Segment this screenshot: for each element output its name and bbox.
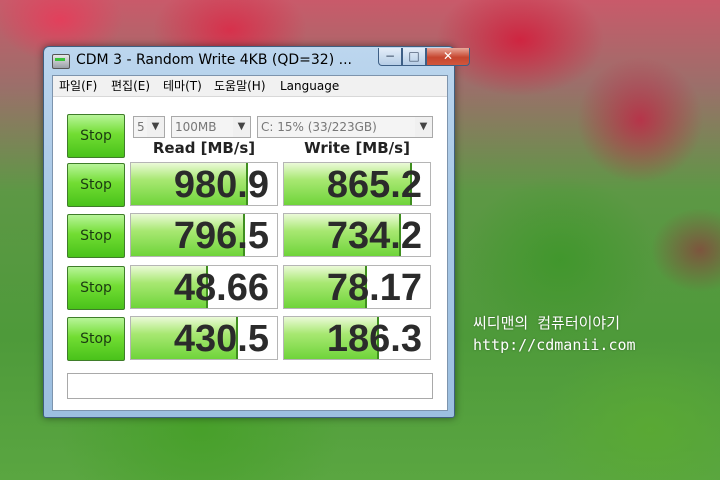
stop-button-row-3[interactable]: Stop — [67, 266, 125, 310]
cdm-window: CDM 3 - Random Write 4KB (QD=32) ... − □… — [43, 46, 470, 418]
menu-bar: 파일(F) 편집(E) 테마(T) 도움말(H) Language — [53, 76, 447, 97]
stop-button-row-1[interactable]: Stop — [67, 163, 125, 207]
menu-theme[interactable]: 테마(T) — [163, 76, 202, 96]
read-speed-value: 48.66 — [173, 267, 269, 309]
test-count-select[interactable]: 5 ▼ — [133, 116, 165, 138]
title-bar[interactable]: CDM 3 - Random Write 4KB (QD=32) ... − □… — [44, 47, 470, 75]
status-bar — [67, 373, 433, 399]
test-size-value: 100MB — [175, 120, 217, 134]
menu-file[interactable]: 파일(F) — [59, 76, 97, 96]
write-result-cell-row-2: 734.2 — [283, 213, 431, 257]
read-result-cell-row-2: 796.5 — [130, 213, 278, 257]
stop-button-row-4[interactable]: Stop — [67, 317, 125, 361]
drive-value: C: 15% (33/223GB) — [261, 120, 377, 134]
write-result-cell-row-4: 186.3 — [283, 316, 431, 360]
drive-select[interactable]: C: 15% (33/223GB) ▼ — [257, 116, 433, 138]
window-client-area: 파일(F) 편집(E) 테마(T) 도움말(H) Language Stop 5… — [52, 75, 448, 411]
maximize-button[interactable]: □ — [402, 48, 426, 66]
write-speed-value: 186.3 — [326, 318, 422, 360]
chevron-down-icon: ▼ — [147, 117, 164, 137]
menu-help[interactable]: 도움말(H) — [214, 76, 266, 96]
read-result-cell-row-4: 430.5 — [130, 316, 278, 360]
watermark: 씨디맨의 컴퓨터이야기 http://cdmanii.com — [473, 312, 636, 356]
menu-language[interactable]: Language — [280, 76, 339, 96]
write-result-cell-row-1: 865.2 — [283, 162, 431, 206]
read-speed-value: 796.5 — [173, 215, 269, 257]
write-speed-value: 78.17 — [326, 267, 422, 309]
window-title: CDM 3 - Random Write 4KB (QD=32) ... — [76, 52, 352, 68]
read-speed-value: 430.5 — [173, 318, 269, 360]
close-button[interactable]: ✕ — [426, 48, 470, 66]
app-drive-icon — [52, 54, 70, 69]
stop-all-button[interactable]: Stop — [67, 114, 125, 158]
write-speed-value: 865.2 — [326, 164, 422, 206]
watermark-url: http://cdmanii.com — [473, 336, 636, 354]
write-speed-value: 734.2 — [326, 215, 422, 257]
write-column-header: Write [MB/s] — [304, 139, 410, 157]
chevron-down-icon: ▼ — [415, 117, 432, 137]
menu-edit[interactable]: 편집(E) — [111, 76, 150, 96]
test-size-select[interactable]: 100MB ▼ — [171, 116, 251, 138]
read-column-header: Read [MB/s] — [152, 139, 256, 157]
read-result-cell-row-1: 980.9 — [130, 162, 278, 206]
chevron-down-icon: ▼ — [233, 117, 250, 137]
watermark-title: 씨디맨의 컴퓨터이야기 — [473, 314, 621, 332]
stop-button-row-2[interactable]: Stop — [67, 214, 125, 258]
minimize-button[interactable]: − — [378, 48, 402, 66]
read-speed-value: 980.9 — [173, 164, 269, 206]
test-count-value: 5 — [137, 120, 145, 134]
read-result-cell-row-3: 48.66 — [130, 265, 278, 309]
write-result-cell-row-3: 78.17 — [283, 265, 431, 309]
